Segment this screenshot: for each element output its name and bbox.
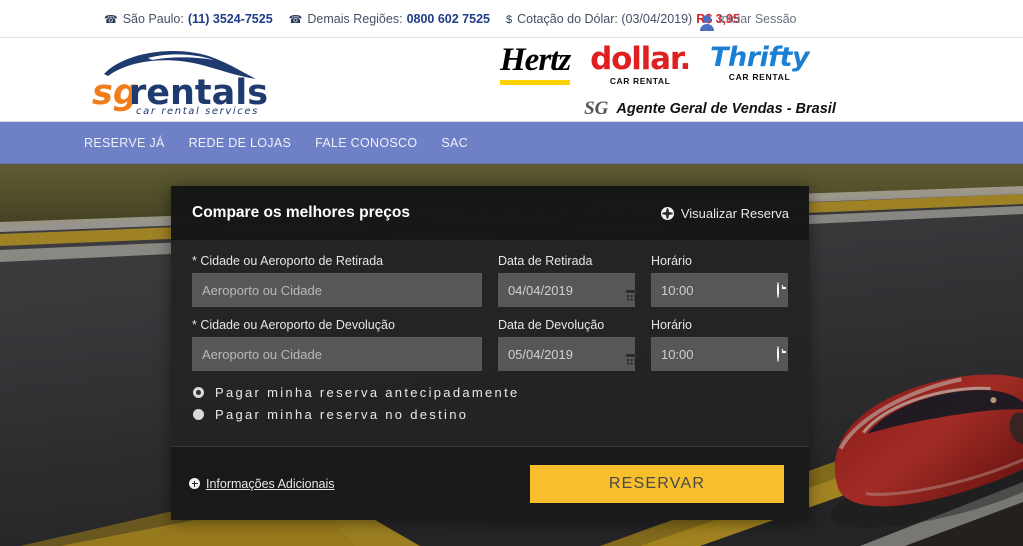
sao-paulo-label: São Paulo: <box>122 11 184 26</box>
thrifty-logo: Thrifty CAR RENTAL <box>710 44 809 82</box>
dollar-sign-icon: $ <box>505 13 513 26</box>
phone-icon: ☎ <box>288 13 303 26</box>
pickup-time-input[interactable] <box>650 273 788 307</box>
pickup-city-input-wrap <box>192 273 482 307</box>
phone-icon: ☎ <box>104 13 118 26</box>
svg-text:car rental services: car rental services <box>136 106 259 116</box>
user-icon <box>700 14 714 31</box>
phone-other-regions[interactable]: ☎ Demais Regiões: 0800 602 7525 <box>289 12 490 26</box>
sg-rentals-logo[interactable]: sg rentals car rental services <box>86 46 272 116</box>
dropoff-date-input-wrap <box>497 337 635 371</box>
pickup-date-input[interactable] <box>497 273 635 307</box>
dropoff-date-label: Data de Devolução <box>497 318 605 332</box>
sao-paulo-phone-number: (11) 3524-7525 <box>187 11 273 26</box>
view-reservation-label: Visualizar Reserva <box>680 205 789 221</box>
phone-sao-paulo[interactable]: ☎ São Paulo: (11) 3524-7525 <box>104 12 273 26</box>
sign-in-label: Iniciar Sessão <box>718 11 797 26</box>
hertz-wordmark: Hertz <box>500 42 571 78</box>
nav-item-rede-de-lojas[interactable]: REDE DE LOJAS <box>189 136 292 150</box>
globe-icon <box>660 206 674 220</box>
pickup-row: * Cidade ou Aeroporto de Retirada Data d… <box>192 254 788 307</box>
dropoff-time-input-wrap <box>650 337 788 371</box>
pickup-date-input-wrap <box>497 273 635 307</box>
brand-row: Hertz dollar. CAR RENTAL Thrifty CAR REN… <box>500 44 880 94</box>
nav-item-reserve-ja[interactable]: RESERVE JÁ <box>84 136 165 150</box>
nav-item-fale-conosco[interactable]: FALE CONOSCO <box>315 136 417 150</box>
pickup-time-label: Horário <box>650 254 692 268</box>
payment-option-prepaid[interactable]: Pagar minha reserva antecipadamente <box>193 385 788 400</box>
panel-title: Compare os melhores preços <box>192 204 410 221</box>
booking-form: * Cidade ou Aeroporto de Retirada Data d… <box>171 240 809 446</box>
pickup-city-input[interactable] <box>192 273 482 307</box>
dropoff-time-field: Horário <box>650 318 788 371</box>
dropoff-row: * Cidade ou Aeroporto de Devolução Data … <box>192 318 788 371</box>
sg-agent-text: Agente Geral de Vendas - Brasil <box>616 101 836 117</box>
pickup-city-label: * Cidade ou Aeroporto de Retirada <box>192 254 384 268</box>
pickup-time-field: Horário <box>650 254 788 307</box>
pickup-date-label: Data de Retirada <box>497 254 593 268</box>
dropoff-date-field: Data de Devolução <box>497 318 635 371</box>
plus-circle-icon <box>189 478 200 489</box>
topbar-contact-group: ☎ São Paulo: (11) 3524-7525 ☎ Demais Reg… <box>0 12 740 26</box>
main-navigation: RESERVE JÁ REDE DE LOJAS FALE CONOSCO SA… <box>0 122 1023 164</box>
view-reservation-link[interactable]: Visualizar Reserva <box>660 205 789 221</box>
site-header: sg rentals car rental services Hertz dol… <box>0 38 1023 122</box>
pickup-time-input-wrap <box>650 273 788 307</box>
dropoff-time-label: Horário <box>650 318 692 332</box>
payment-options-group: Pagar minha reserva antecipadamente Paga… <box>192 382 788 442</box>
dropoff-city-input-wrap <box>192 337 482 371</box>
dollar-subtitle: CAR RENTAL <box>609 76 671 86</box>
partner-brand-logos: Hertz dollar. CAR RENTAL Thrifty CAR REN… <box>500 44 880 120</box>
pickup-city-field: * Cidade ou Aeroporto de Retirada <box>192 254 482 307</box>
thrifty-wordmark: Thrifty <box>710 42 810 73</box>
dollar-quote-label: Cotação do Dólar: (03/04/2019) <box>517 11 693 26</box>
booking-panel-header: Compare os melhores preços Visualizar Re… <box>171 186 809 240</box>
dropoff-time-input[interactable] <box>650 337 788 371</box>
regions-phone-number: 0800 602 7525 <box>406 11 490 26</box>
payment-option-at-destination[interactable]: Pagar minha reserva no destino <box>193 407 788 422</box>
dropoff-city-label: * Cidade ou Aeroporto de Devolução <box>192 318 395 332</box>
dropoff-date-input[interactable] <box>497 337 635 371</box>
pickup-date-field: Data de Retirada <box>497 254 635 307</box>
hertz-yellow-underline <box>500 80 571 85</box>
sg-mark: SG <box>584 98 609 119</box>
radio-button-selected[interactable] <box>193 387 204 398</box>
logo-artwork: sg rentals car rental services <box>92 51 268 116</box>
booking-panel-footer: Informações Adicionais RESERVAR <box>171 446 809 520</box>
dropoff-city-input[interactable] <box>192 337 482 371</box>
reservar-button[interactable]: RESERVAR <box>530 464 784 503</box>
thrifty-subtitle: CAR RENTAL <box>728 72 791 82</box>
hero-section: Compare os melhores preços Visualizar Re… <box>0 164 1023 546</box>
regions-label: Demais Regiões: <box>307 11 403 26</box>
additional-info-label: Informações Adicionais <box>206 476 335 491</box>
payment-option-prepaid-label: Pagar minha reserva antecipadamente <box>215 385 520 400</box>
sign-in-link[interactable]: Iniciar Sessão <box>700 11 797 31</box>
sg-agent-line: SG Agente Geral de Vendas - Brasil <box>540 98 880 120</box>
additional-info-link[interactable]: Informações Adicionais <box>189 477 335 491</box>
payment-option-at-destination-label: Pagar minha reserva no destino <box>215 407 469 422</box>
dollar-wordmark: dollar. <box>590 41 691 77</box>
dollar-logo: dollar. CAR RENTAL <box>590 41 691 87</box>
booking-panel: Compare os melhores preços Visualizar Re… <box>171 186 809 520</box>
nav-item-sac[interactable]: SAC <box>441 136 468 150</box>
hertz-logo: Hertz <box>500 42 571 90</box>
dropoff-city-field: * Cidade ou Aeroporto de Devolução <box>192 318 482 371</box>
page-root: ☎ São Paulo: (11) 3524-7525 ☎ Demais Reg… <box>0 0 1023 546</box>
radio-button[interactable] <box>193 409 204 420</box>
top-utility-bar: ☎ São Paulo: (11) 3524-7525 ☎ Demais Reg… <box>0 0 1023 38</box>
